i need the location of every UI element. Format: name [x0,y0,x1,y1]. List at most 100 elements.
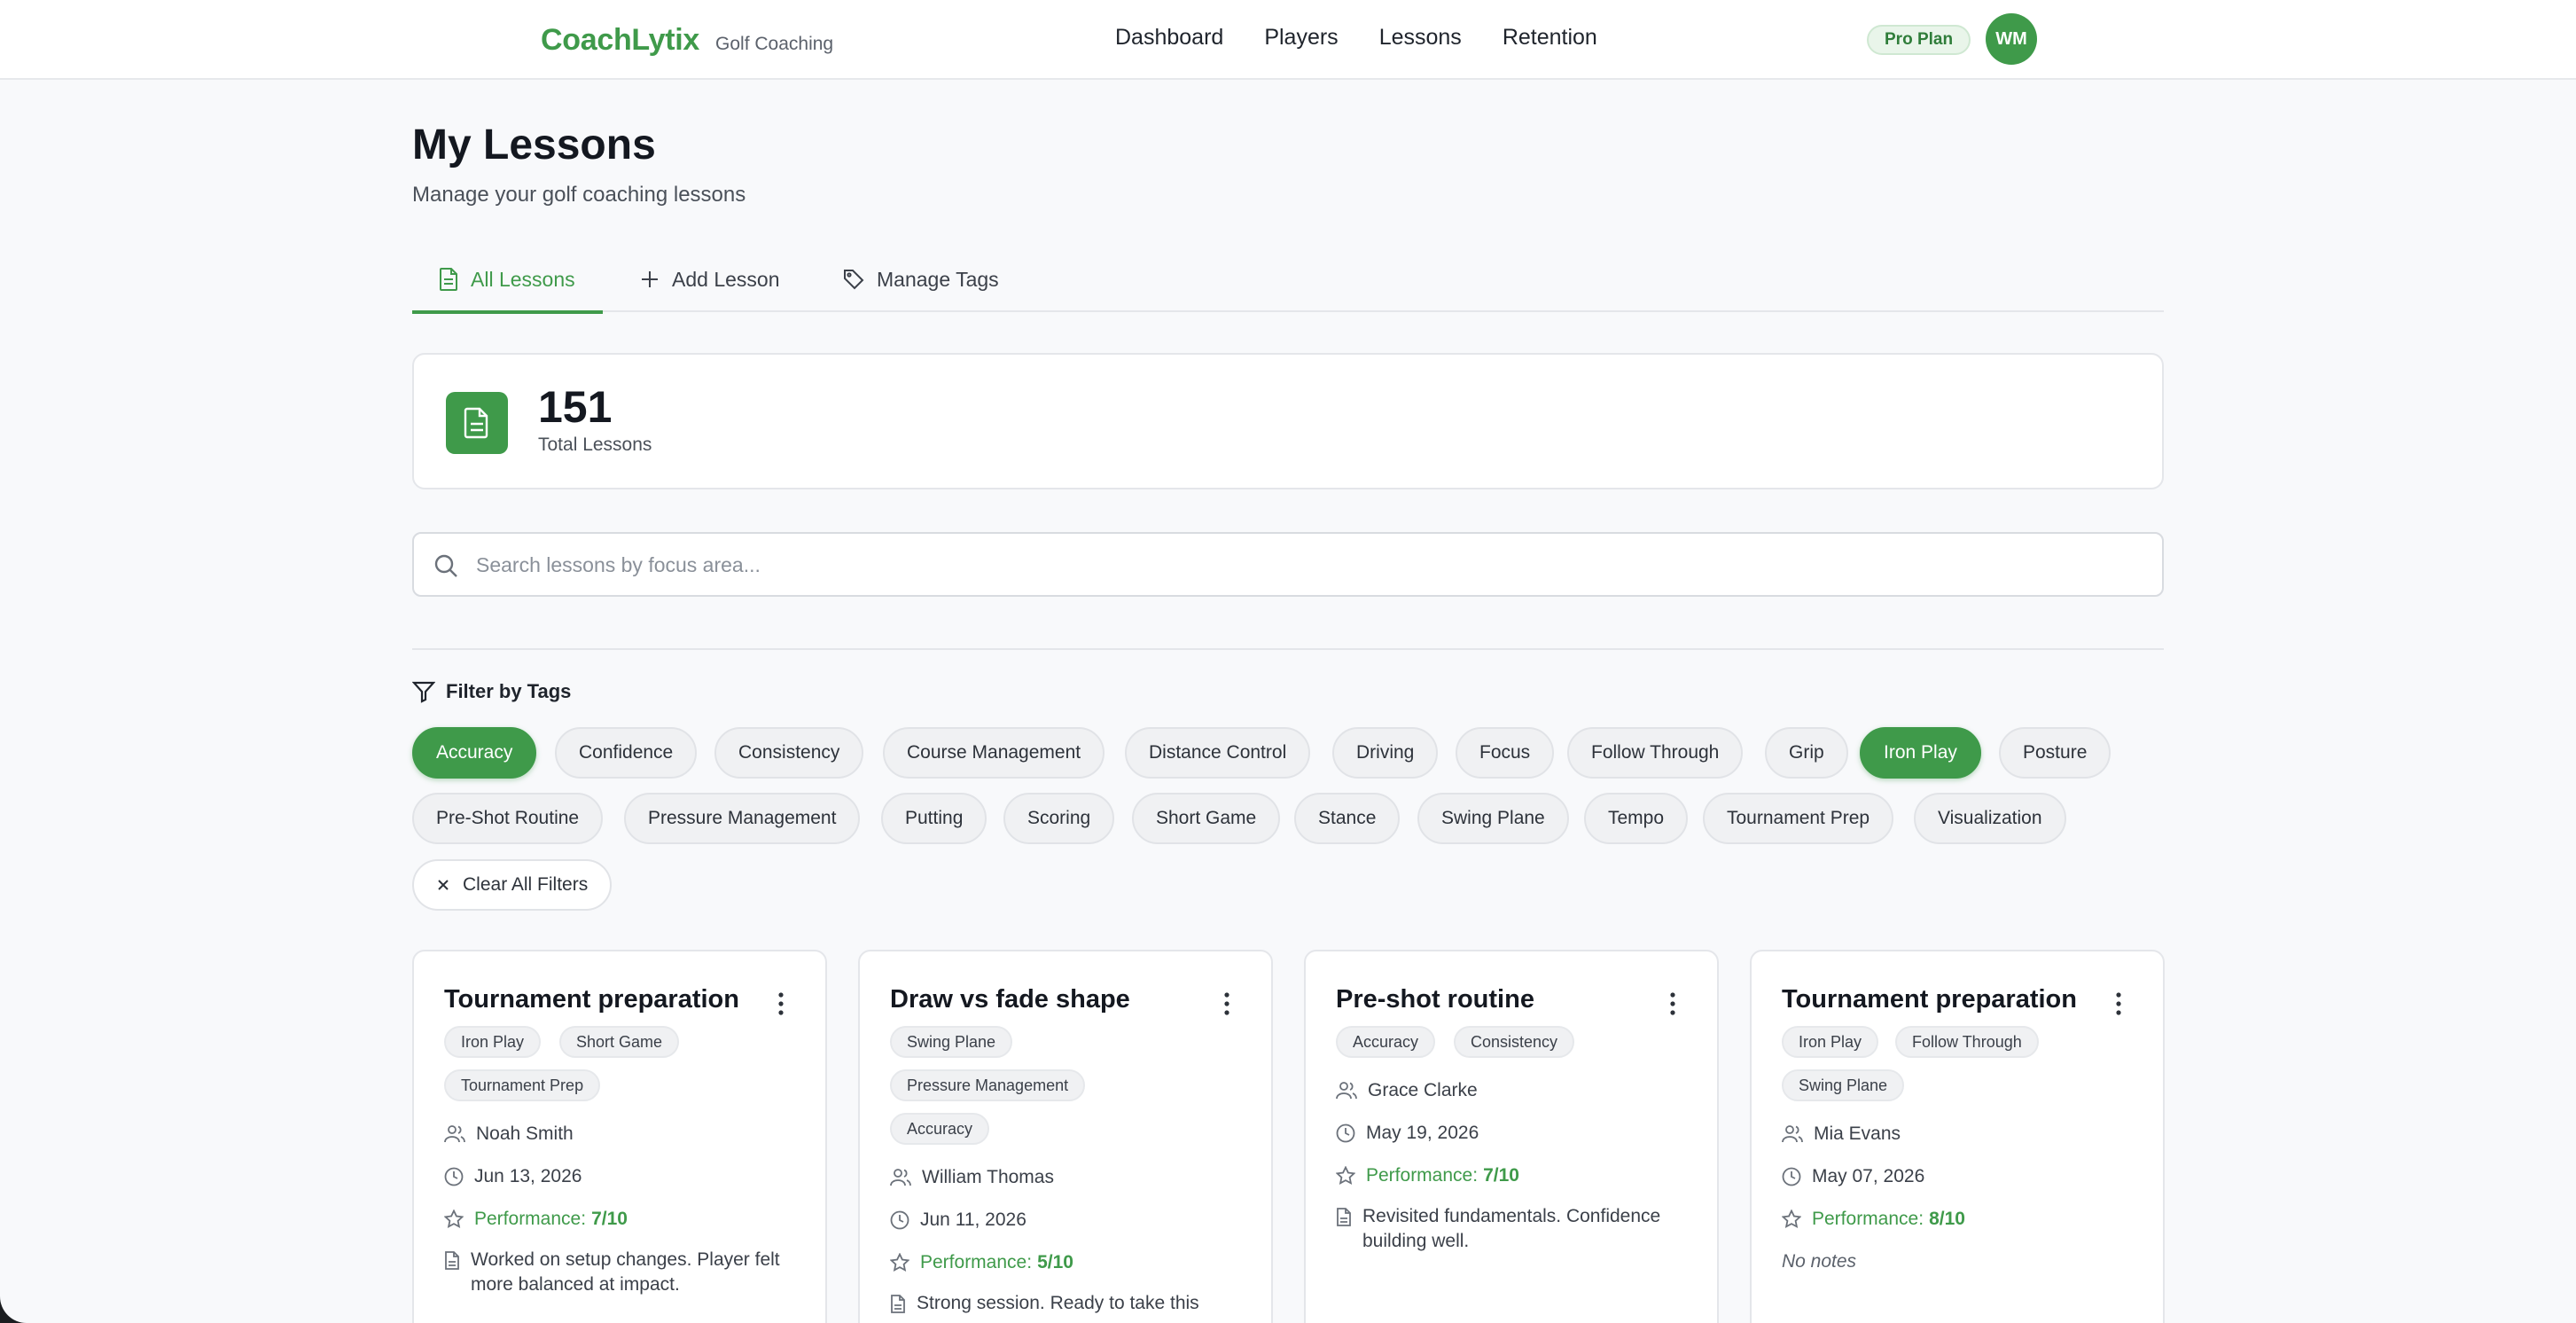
tag-chip-tournament-prep[interactable]: Tournament Prep [1703,793,1894,844]
lesson-tag: Accuracy [890,1113,990,1145]
performance-score: 8/10 [1929,1209,1965,1229]
lesson-notes: Strong session. Ready to take this [890,1291,1245,1316]
lesson-notes: Worked on setup changes. Player felt mor… [444,1248,799,1297]
tag-chip-distance-control[interactable]: Distance Control [1125,727,1311,779]
tag-chip-scoring[interactable]: Scoring [1003,793,1115,844]
tag-chip-pre-shot-routine[interactable]: Pre-Shot Routine [412,793,604,844]
player-name: Grace Clarke [1368,1080,1478,1100]
brand-subtitle: Golf Coaching [715,34,834,54]
plan-badge: Pro Plan [1867,25,1971,55]
tab-label: All Lessons [471,268,575,291]
filter-heading-label: Filter by Tags [446,680,572,702]
nav-dashboard[interactable]: Dashboard [1115,25,1223,51]
tag-chip-stance[interactable]: Stance [1294,793,1401,844]
top-navigation-bar: CoachLytix Golf Coaching Dashboard Playe… [0,0,2576,80]
users-icon [890,1169,911,1186]
lesson-tag: Iron Play [1782,1026,1879,1058]
lesson-player: Noah Smith [444,1123,574,1145]
tag-chip-follow-through[interactable]: Follow Through [1567,727,1744,779]
player-name: William Thomas [922,1167,1054,1187]
lesson-tabs: All Lessons Add Lesson Manage Tags [412,255,2164,314]
more-options-icon[interactable] [777,992,785,1015]
lesson-tag: Swing Plane [890,1026,1013,1058]
lesson-player: Mia Evans [1782,1123,1901,1145]
tag-chip-pressure-management[interactable]: Pressure Management [624,793,861,844]
brand[interactable]: CoachLytix Golf Coaching [541,23,833,58]
lesson-performance: Performance: 5/10 [890,1252,1073,1273]
lesson-search [412,532,2164,597]
lesson-card[interactable]: Draw vs fade shape Swing Plane Pressure … [858,950,1273,1323]
tag-chip-accuracy[interactable]: Accuracy [412,727,537,779]
tag-chip-putting[interactable]: Putting [881,793,987,844]
tab-add-lesson[interactable]: Add Lesson [640,255,779,312]
tag-chip-driving[interactable]: Driving [1332,727,1439,779]
users-icon [1336,1082,1357,1100]
tab-label: Add Lesson [672,268,780,291]
lesson-tag: Short Game [559,1026,680,1058]
search-input[interactable] [476,544,2143,585]
more-options-icon[interactable] [1223,992,1230,1015]
clear-filters-button[interactable]: Clear All Filters [412,859,613,911]
lesson-title: Tournament preparation [444,985,739,1014]
lesson-card[interactable]: Pre-shot routine Accuracy Consistency Gr… [1304,950,1719,1323]
nav-retention[interactable]: Retention [1503,25,1597,51]
clock-icon [1336,1123,1355,1143]
users-icon [444,1125,465,1143]
tab-all-lessons[interactable]: All Lessons [412,255,603,314]
tag-chip-grip[interactable]: Grip [1765,727,1848,779]
performance-label: Performance: [1812,1209,1924,1229]
tag-icon [844,270,864,290]
clock-icon [444,1167,464,1186]
tag-chip-focus[interactable]: Focus [1456,727,1555,779]
lesson-date: Jun 11, 2026 [890,1209,1026,1231]
clock-icon [1782,1167,1801,1186]
lesson-card[interactable]: Tournament preparation Iron Play Follow … [1750,950,2165,1323]
tag-chip-posture[interactable]: Posture [1999,727,2112,779]
nav-players[interactable]: Players [1264,25,1338,51]
more-options-icon[interactable] [2115,992,2122,1015]
lesson-title: Pre-shot routine [1336,985,1534,1014]
more-options-icon[interactable] [1669,992,1676,1015]
performance-label: Performance: [1366,1165,1479,1186]
lesson-card[interactable]: Tournament preparation Iron Play Short G… [412,950,827,1323]
tag-chip-swing-plane[interactable]: Swing Plane [1417,793,1569,844]
notes-icon [891,1295,905,1313]
lesson-title: Draw vs fade shape [890,985,1130,1014]
performance-score: 7/10 [591,1209,628,1229]
date-value: May 07, 2026 [1812,1166,1925,1186]
lesson-notes: Revisited fundamentals. Confidence build… [1336,1204,1690,1254]
lesson-title: Tournament preparation [1782,985,2077,1014]
document-icon [446,392,508,454]
lesson-notes-empty: No notes [1782,1251,1857,1272]
plus-icon [642,271,658,287]
lesson-player: William Thomas [890,1167,1054,1188]
tag-chip-tempo[interactable]: Tempo [1584,793,1689,844]
lesson-date: May 07, 2026 [1782,1166,1924,1187]
tab-manage-tags[interactable]: Manage Tags [843,255,999,312]
star-icon [1336,1166,1355,1186]
section-divider [412,648,2164,650]
date-value: Jun 13, 2026 [474,1166,582,1186]
main-nav: Dashboard Players Lessons Retention [1115,25,1638,51]
close-icon [438,880,449,890]
date-value: May 19, 2026 [1366,1123,1479,1143]
tag-chip-course-management[interactable]: Course Management [883,727,1105,779]
tag-chip-confidence[interactable]: Confidence [555,727,698,779]
notes-text: Strong session. Ready to take this [917,1293,1199,1313]
filter-heading: Filter by Tags [412,680,571,703]
performance-score: 5/10 [1037,1252,1073,1272]
tag-chip-iron-play[interactable]: Iron Play [1860,727,1981,779]
nav-lessons[interactable]: Lessons [1379,25,1462,51]
lesson-player: Grace Clarke [1336,1080,1478,1101]
star-icon [1782,1209,1801,1229]
tag-chip-visualization[interactable]: Visualization [1914,793,2066,844]
lesson-tag: Pressure Management [890,1069,1086,1101]
lesson-performance: Performance: 7/10 [1336,1165,1519,1186]
tag-chip-short-game[interactable]: Short Game [1132,793,1281,844]
filter-icon [412,681,435,703]
lesson-tag: Accuracy [1336,1026,1436,1058]
performance-score: 7/10 [1483,1165,1519,1186]
user-avatar[interactable]: WM [1986,13,2037,65]
star-icon [890,1253,909,1272]
tag-chip-consistency[interactable]: Consistency [714,727,864,779]
